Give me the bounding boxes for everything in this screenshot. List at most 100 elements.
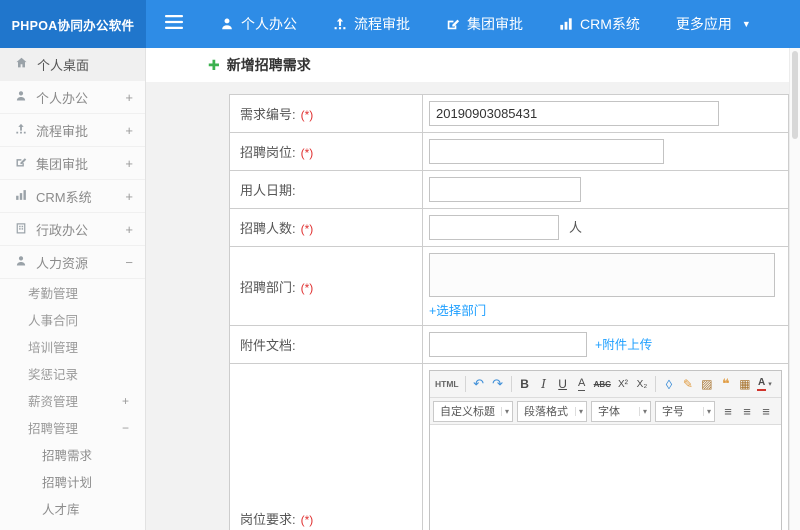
undo-button[interactable]: ↶ xyxy=(470,374,488,395)
vertical-scrollbar[interactable] xyxy=(789,48,800,530)
insert-table-button[interactable]: ▦ xyxy=(736,374,754,395)
align-right-button[interactable]: ≡ xyxy=(757,401,775,422)
expand-icon[interactable]: + xyxy=(125,189,133,204)
sidebar-item-label: 人才库 xyxy=(42,503,80,517)
form-row-department: 招聘部门: (*) +选择部门 xyxy=(229,246,789,326)
sidebar-item-admin-office[interactable]: 行政办公 + xyxy=(0,213,145,246)
toolbar-separator xyxy=(464,376,466,392)
app-logo: PHPOA协同办公软件 xyxy=(0,0,146,48)
input-cell xyxy=(422,170,789,209)
paragraph-format-select[interactable]: 段落格式 ▾ xyxy=(517,400,587,422)
expand-icon[interactable]: + xyxy=(125,156,133,171)
sidebar-item-reward-records[interactable]: 奖惩记录 xyxy=(0,360,145,387)
sidebar-item-process-approval[interactable]: 流程审批 + xyxy=(0,114,145,147)
expand-icon[interactable]: + xyxy=(122,394,129,408)
subscript-button[interactable]: X₂ xyxy=(633,374,651,395)
sidebar-item-recruitment-needs[interactable]: 招聘需求 xyxy=(0,441,145,468)
required-marker: (*) xyxy=(300,222,314,236)
redo-button[interactable]: ↷ xyxy=(489,374,507,395)
user-icon xyxy=(15,90,27,105)
sidebar-item-group-approval[interactable]: 集团审批 + xyxy=(0,147,145,180)
sidebar-item-personal-office[interactable]: 个人办公 + xyxy=(0,81,145,114)
chevron-down-icon: ▼ xyxy=(741,19,751,29)
flow-icon xyxy=(333,17,347,31)
font-color-button[interactable]: A ▾ xyxy=(755,374,774,395)
html-source-button[interactable]: HTML xyxy=(433,374,461,395)
required-marker: (*) xyxy=(300,280,314,295)
select-value: 字号 xyxy=(662,406,684,418)
sidebar-item-crm-system[interactable]: CRM系统 + xyxy=(0,180,145,213)
nav-more-apps[interactable]: 更多应用 ▼ xyxy=(658,0,769,48)
sidebar-item-human-resources[interactable]: 人力资源 − xyxy=(0,246,145,279)
expand-icon[interactable]: + xyxy=(125,90,133,105)
expand-icon[interactable]: + xyxy=(125,222,133,237)
sidebar-item-label: CRM系统 xyxy=(36,189,92,205)
sidebar-item-label: 考勤管理 xyxy=(28,287,79,301)
nav-process-approval[interactable]: 流程审批 xyxy=(315,0,428,48)
req-no-input[interactable] xyxy=(429,101,719,126)
sidebar-item-personnel-contract[interactable]: 人事合同 xyxy=(0,306,145,333)
user-icon xyxy=(15,255,27,270)
attachment-input[interactable] xyxy=(429,332,587,357)
strikethrough-button[interactable]: ABC xyxy=(592,374,613,395)
sidebar-item-salary-mgmt[interactable]: 薪资管理 + xyxy=(0,387,145,414)
blockquote-button[interactable]: ❝ xyxy=(717,374,735,395)
field-label: 附件文档: xyxy=(240,338,296,353)
page-header: ✚ 新增招聘需求 xyxy=(146,48,800,82)
sidebar-item-label: 培训管理 xyxy=(28,341,79,355)
field-label: 用人日期: xyxy=(240,183,296,198)
char-border-button[interactable]: A xyxy=(573,374,591,395)
sidebar-item-attendance-mgmt[interactable]: 考勤管理 xyxy=(0,279,145,306)
font-size-select[interactable]: 字号 ▾ xyxy=(655,400,715,422)
headcount-input[interactable] xyxy=(429,215,559,240)
superscript-button[interactable]: X² xyxy=(614,374,632,395)
top-navigation-bar: PHPOA协同办公软件 个人办公 流程审批 集团审批 CRM系统 更多应用 ▼ xyxy=(0,0,800,48)
expand-icon[interactable]: + xyxy=(125,123,133,138)
editor-toolbar-row1: HTML ↶ ↷ B I U A ABC X² X₂ ◊ ✎ ▨ ❝ ▦ A ▾ xyxy=(430,371,781,398)
department-textarea[interactable] xyxy=(429,253,775,297)
input-cell: +选择部门 xyxy=(422,246,789,326)
nav-label: 集团审批 xyxy=(467,16,523,32)
editor-toolbar-row2: 自定义标题 ▾ 段落格式 ▾ 字体 ▾ 字号 ▾ ≡ ≡ ≡ xyxy=(430,398,781,425)
bg-color-button[interactable]: ▨ xyxy=(698,374,716,395)
underline-button[interactable]: U xyxy=(554,374,572,395)
font-family-select[interactable]: 字体 ▾ xyxy=(591,400,651,422)
position-input[interactable] xyxy=(429,139,664,164)
select-department-link[interactable]: +选择部门 xyxy=(429,300,486,319)
form-row-position: 招聘岗位: (*) xyxy=(229,132,789,171)
sidebar-item-label: 薪资管理 xyxy=(28,395,79,409)
menu-toggle-button[interactable] xyxy=(146,0,202,48)
sidebar-item-recruitment-plan[interactable]: 招聘计划 xyxy=(0,468,145,495)
select-value: 字体 xyxy=(598,406,620,418)
sidebar-item-recruitment-mgmt[interactable]: 招聘管理 − xyxy=(0,414,145,441)
remove-format-button[interactable]: ◊ xyxy=(660,374,678,395)
align-justify-button[interactable]: ≡ xyxy=(776,401,781,422)
sidebar-item-label: 集团审批 xyxy=(36,156,89,172)
chevron-down-icon: ▾ xyxy=(702,406,711,416)
hire-date-input[interactable] xyxy=(429,177,581,202)
italic-button[interactable]: I xyxy=(535,374,553,395)
heading-select[interactable]: 自定义标题 ▾ xyxy=(433,400,513,422)
select-value: 自定义标题 xyxy=(440,406,495,418)
editor-content-area[interactable] xyxy=(430,425,781,530)
user-icon xyxy=(220,17,234,31)
align-center-button[interactable]: ≡ xyxy=(738,401,756,422)
sidebar-item-training-mgmt[interactable]: 培训管理 xyxy=(0,333,145,360)
align-left-button[interactable]: ≡ xyxy=(719,401,737,422)
bold-button[interactable]: B xyxy=(516,374,534,395)
form-row-headcount: 招聘人数: (*) 人 xyxy=(229,208,789,247)
sidebar-item-personal-desktop[interactable]: 个人桌面 xyxy=(0,48,145,81)
font-color-glyph: A xyxy=(756,377,767,391)
nav-label: CRM系统 xyxy=(580,16,640,32)
collapse-icon[interactable]: − xyxy=(122,421,129,435)
collapse-icon[interactable]: − xyxy=(125,255,133,270)
sidebar-item-label: 个人办公 xyxy=(36,90,89,106)
flow-icon xyxy=(15,123,27,138)
format-painter-button[interactable]: ✎ xyxy=(679,374,697,395)
nav-group-approval[interactable]: 集团审批 xyxy=(428,0,541,48)
scrollbar-thumb[interactable] xyxy=(792,51,798,139)
nav-personal-office[interactable]: 个人办公 xyxy=(202,0,315,48)
attachment-upload-link[interactable]: +附件上传 xyxy=(595,338,652,352)
sidebar-item-talent-pool[interactable]: 人才库 xyxy=(0,495,145,522)
nav-crm-system[interactable]: CRM系统 xyxy=(541,0,658,48)
